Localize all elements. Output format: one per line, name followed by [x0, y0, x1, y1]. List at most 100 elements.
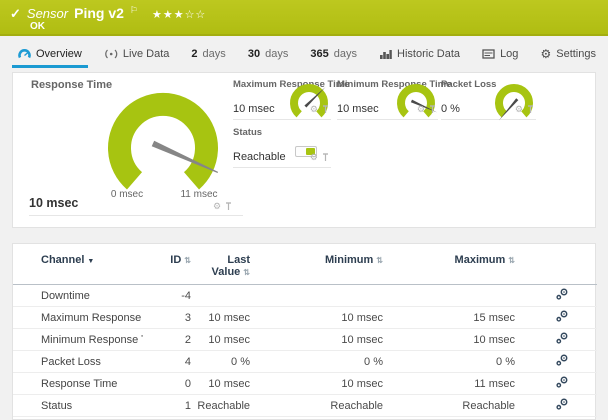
channel-table-panel: Channel ▼ ID ⇅ Last Value ⇅ Minimum ⇅ Maximu… [12, 243, 597, 420]
flag-icon: ⚐ [129, 5, 138, 15]
channel-settings-icon[interactable] [556, 354, 568, 369]
small-gauge-value: 10 msec [337, 103, 379, 115]
tab-label: Log [500, 47, 519, 60]
channel-name[interactable]: Downtime [13, 284, 143, 307]
table-row: Maximum Response Ti... 3 10 msec 10 msec… [13, 306, 597, 329]
channel-name[interactable]: Minimum Response Time [13, 328, 143, 351]
gauge-settings-gear-icon[interactable]: ⚙ [417, 105, 425, 114]
live-data-icon [105, 49, 118, 58]
table-row: Packet Loss 4 0 % 0 % 0 % [13, 350, 597, 373]
pin-icon[interactable] [322, 105, 329, 114]
channel-minimum [250, 284, 383, 307]
channel-id: 0 [143, 372, 191, 395]
gauge-icon [18, 49, 31, 59]
channel-last-value [191, 284, 250, 307]
pin-icon[interactable] [322, 153, 329, 162]
col-label: ID [170, 254, 182, 266]
pin-icon[interactable] [527, 105, 534, 114]
tab-label: Live Data [122, 47, 170, 60]
col-header-actions [515, 250, 597, 285]
channel-minimum: 10 msec [250, 328, 383, 351]
tab-30-days[interactable]: 30 days [242, 42, 295, 68]
tab-number: 30 [247, 47, 261, 60]
tab-number: 2 [191, 47, 198, 60]
channel-settings-icon[interactable] [556, 332, 568, 347]
col-header-id[interactable]: ID ⇅ [143, 250, 191, 285]
gauge-settings-gear-icon[interactable]: ⚙ [310, 153, 318, 162]
tab-label: Overview [36, 47, 82, 60]
channel-maximum [383, 284, 515, 307]
tab-settings[interactable]: ⚙ Settings [534, 42, 602, 68]
sort-icon: ⇅ [376, 256, 383, 265]
channel-table: Channel ▼ ID ⇅ Last Value ⇅ Minimum ⇅ Maximu… [13, 250, 597, 417]
tab-label: Settings [556, 47, 596, 60]
min-response-time-gauge [397, 84, 438, 118]
sensor-header: ✓ Sensor Ping v2 ⚐ ★★★☆☆ OK [0, 0, 608, 36]
channel-name[interactable]: Status [13, 394, 143, 417]
channel-settings-icon[interactable] [556, 288, 568, 303]
channel-id: -4 [143, 284, 191, 307]
channel-maximum: Reachable [383, 394, 515, 417]
status-badge: OK [30, 21, 45, 32]
tab-overview[interactable]: Overview [12, 42, 88, 68]
pin-icon[interactable] [225, 202, 232, 211]
status-value: Reachable [233, 151, 286, 163]
sort-desc-icon: ▼ [87, 258, 95, 265]
packet-loss-gauge [495, 84, 533, 121]
max-response-time-cell: Maximum Response Time 10 msec ⚙ [233, 73, 350, 120]
status-check-icon: ✓ [10, 6, 21, 21]
channel-id: 1 [143, 394, 191, 417]
small-gauge-title: Packet Loss [441, 79, 497, 90]
table-row: Minimum Response Time 2 10 msec 10 msec … [13, 328, 597, 351]
col-header-minimum[interactable]: Minimum ⇅ [250, 250, 383, 285]
channel-last-value: 10 msec [191, 306, 250, 329]
col-header-maximum[interactable]: Maximum ⇅ [383, 250, 515, 285]
tab-live-data[interactable]: Live Data [98, 42, 175, 68]
tab-log[interactable]: Log [476, 42, 524, 68]
gauge-settings-gear-icon[interactable]: ⚙ [213, 202, 221, 211]
log-icon [482, 48, 495, 59]
col-header-channel[interactable]: Channel ▼ [13, 250, 143, 285]
channel-name[interactable]: Maximum Response Ti... [13, 306, 143, 329]
channel-last-value: 10 msec [191, 328, 250, 351]
sort-icon: ⇅ [243, 268, 250, 277]
channel-settings-icon[interactable] [556, 376, 568, 391]
main-gauge-title: Response Time [31, 79, 113, 91]
table-row: Downtime -4 [13, 284, 597, 307]
channel-maximum: 0 % [383, 350, 515, 373]
tab-historic-data[interactable]: Historic Data [373, 42, 466, 68]
object-kind-label: Sensor [26, 6, 69, 21]
tab-label: days [202, 47, 226, 60]
channel-maximum: 11 msec [383, 372, 515, 395]
gauge-settings-gear-icon[interactable]: ⚙ [515, 105, 523, 114]
channel-minimum: 10 msec [250, 372, 383, 395]
channel-last-value: 0 % [191, 350, 250, 373]
col-label: Channel [41, 254, 85, 266]
channel-name[interactable]: Packet Loss [13, 350, 143, 373]
main-gauge-value: 10 msec [29, 196, 79, 210]
channel-id: 2 [143, 328, 191, 351]
col-header-last-value[interactable]: Last Value ⇅ [191, 250, 250, 285]
col-label: Minimum [325, 254, 374, 266]
channel-settings-icon[interactable] [556, 310, 568, 325]
sort-icon: ⇅ [184, 256, 191, 265]
channel-settings-icon[interactable] [556, 398, 568, 413]
gauges-panel: Response Time 0 msec 11 msec 10 msec ⚙ M… [12, 72, 596, 228]
pin-icon[interactable] [429, 105, 436, 114]
gauge-settings-gear-icon[interactable]: ⚙ [310, 105, 318, 114]
max-response-time-gauge [290, 84, 328, 118]
channel-last-value: 10 msec [191, 372, 250, 395]
channel-id: 3 [143, 306, 191, 329]
tab-2-days[interactable]: 2 days [185, 42, 231, 68]
channel-minimum: Reachable [250, 394, 383, 417]
table-row: Response Time 0 10 msec 10 msec 11 msec [13, 372, 597, 395]
priority-stars[interactable]: ★★★☆☆ [152, 8, 206, 21]
tab-label: days [333, 47, 357, 60]
tab-365-days[interactable]: 365 days [304, 42, 363, 68]
gauge-scale-min: 0 msec [110, 189, 144, 200]
channel-name[interactable]: Response Time [13, 372, 143, 395]
sensor-name: Ping v2 [74, 5, 124, 21]
channel-minimum: 10 msec [250, 306, 383, 329]
tab-number: 365 [310, 47, 329, 60]
tab-label: days [265, 47, 289, 60]
